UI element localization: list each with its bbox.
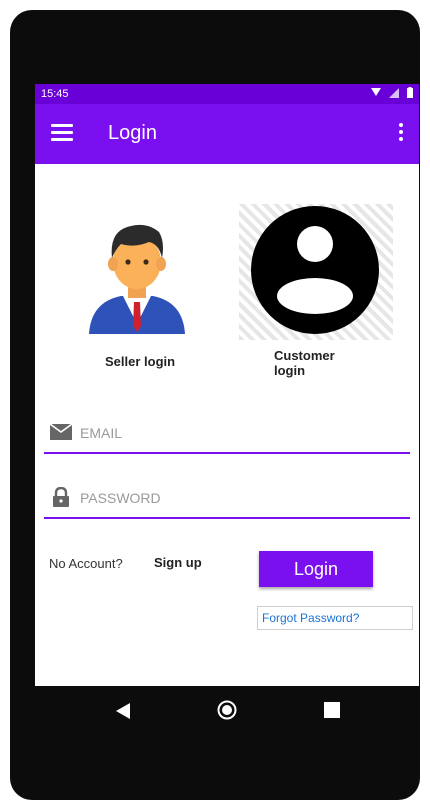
status-time: 15:45: [41, 88, 69, 100]
sign-up-link[interactable]: Sign up: [154, 555, 202, 570]
email-input[interactable]: [78, 420, 402, 446]
email-field: [44, 414, 410, 454]
status-bar: 15:45: [35, 84, 419, 104]
circle-home-icon[interactable]: [217, 700, 237, 720]
square-recents-icon[interactable]: [324, 702, 340, 718]
battery-icon: [407, 87, 413, 98]
account-circle-icon: [251, 206, 379, 334]
page-title: Login: [108, 122, 157, 144]
customer-login-label[interactable]: Customer login: [274, 348, 364, 378]
app-bar: Login: [35, 104, 419, 164]
signal-icon: [389, 87, 399, 98]
triangle-back-icon[interactable]: [115, 703, 131, 719]
password-input[interactable]: [78, 485, 402, 511]
seller-login-label[interactable]: Seller login: [105, 354, 175, 369]
seller-avatar[interactable]: [85, 204, 189, 344]
login-content: Seller login Customer login No Account? …: [35, 164, 419, 686]
envelope-icon: [50, 424, 72, 440]
hamburger-menu-icon[interactable]: [51, 124, 73, 142]
wifi-icon: [371, 88, 381, 96]
password-field: [44, 479, 410, 519]
status-icons: [371, 87, 413, 98]
more-vert-icon[interactable]: [399, 123, 405, 144]
login-button[interactable]: Login: [259, 551, 373, 587]
forgot-password-link[interactable]: Forgot Password?: [257, 606, 413, 630]
system-nav-bar: [35, 686, 419, 738]
seller-person-icon: [89, 224, 185, 334]
no-account-text: No Account?: [49, 556, 123, 571]
lock-icon: [53, 487, 69, 507]
customer-avatar[interactable]: [239, 204, 393, 340]
